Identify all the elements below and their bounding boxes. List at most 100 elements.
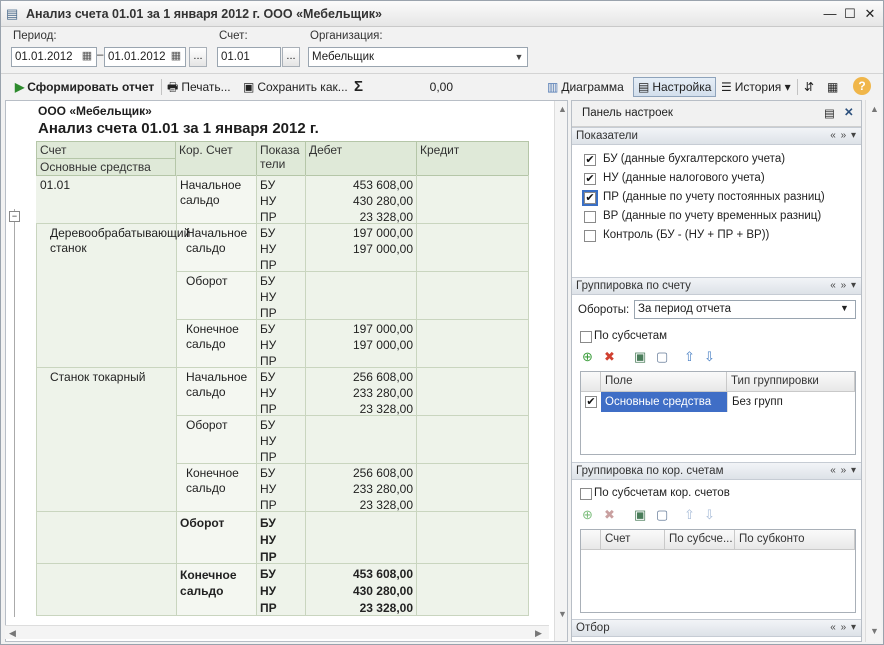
ind-bu: БУ (260, 516, 276, 530)
scroll-right-icon[interactable]: ▶ (535, 628, 542, 639)
close-panel-icon[interactable]: ✕ (844, 105, 854, 119)
print-button[interactable]: 🖶 Печать... (167, 77, 231, 97)
delete-icon[interactable]: ✖ (604, 349, 615, 365)
grid-line (36, 615, 529, 616)
move-down-icon[interactable]: ⇩ (704, 349, 715, 365)
checkbox-pr[interactable]: ✔ (582, 190, 598, 206)
indicator-nu-label: НУ (данные налогового учета) (603, 172, 765, 184)
grouping-fields-table[interactable]: Поле Тип группировки ✔ Основные средства… (580, 371, 856, 455)
add-icon[interactable]: ⊕ (582, 507, 593, 523)
header-account: Счет (36, 141, 176, 159)
panel-settings-icon[interactable]: ▤ (824, 106, 835, 120)
vertical-scrollbar[interactable]: ▲ ▼ (554, 101, 567, 641)
by-subaccounts-label: По субсчетам (594, 330, 668, 342)
delete-icon[interactable]: ✖ (604, 507, 615, 523)
add-icon[interactable]: ⊕ (582, 349, 593, 365)
period-select-button[interactable]: ... (189, 47, 207, 67)
chevron-down-icon[interactable]: ▼ (512, 48, 526, 66)
settings-panel-title: Панель настроек (582, 107, 673, 119)
checkbox-control[interactable] (584, 230, 596, 242)
header-fixed-assets: Основные средства (36, 158, 176, 176)
checkbox-by-subaccounts[interactable] (580, 331, 592, 343)
checkbox-vr[interactable] (584, 211, 596, 223)
ind-nu: НУ (260, 584, 277, 598)
check-all-icon[interactable]: ▣ (634, 507, 646, 523)
calendar-icon[interactable]: ▦ (78, 47, 96, 67)
history-button[interactable]: ☰ История ▾ (721, 77, 791, 97)
chevron-down-icon[interactable]: ▼ (840, 303, 849, 313)
chart-button[interactable]: ▥ Диаграмма (547, 77, 624, 97)
ind-bu: БУ (260, 178, 276, 192)
table-row-group-type[interactable]: Без групп (727, 392, 855, 412)
move-up-icon[interactable]: ⇧ (684, 349, 695, 365)
ind-bu: БУ (260, 370, 276, 384)
sort-icon[interactable]: ⇵ (804, 77, 814, 97)
section-controls[interactable]: « » ▾ (830, 620, 857, 636)
corr-grouping-table[interactable]: Счет По субсче... По субконто (580, 529, 856, 613)
move-down-icon[interactable]: ⇩ (704, 507, 715, 523)
generate-report-button[interactable]: ▶ Сформировать отчет (15, 77, 154, 97)
report-spreadsheet[interactable]: ООО «Мебельщик» Анализ счета 01.01 за 1 … (5, 100, 568, 642)
scroll-down-icon[interactable]: ▼ (870, 626, 879, 636)
settings-button[interactable]: ▤ Настройка (633, 77, 717, 97)
section-indicators[interactable]: Показатели « » ▾ (572, 127, 861, 145)
table-row-field[interactable]: Основные средства (601, 392, 727, 412)
separator (797, 79, 798, 95)
maximize-button[interactable]: ☐ (841, 5, 859, 23)
horizontal-scrollbar[interactable]: ◀ ▶ (5, 625, 549, 639)
scroll-down-icon[interactable]: ▼ (558, 609, 567, 619)
account-field[interactable]: 01.01 (217, 47, 281, 67)
debit-value: 256 608,00 (352, 466, 413, 480)
separator (161, 79, 162, 95)
sum-icon[interactable]: Σ (354, 77, 363, 97)
section-filter[interactable]: Отбор « » ▾ (572, 619, 861, 637)
indicator-vr-label: ВР (данные по учету временных разниц) (603, 210, 822, 222)
turnovers-select[interactable]: За период отчета (634, 300, 856, 319)
label-opening: Начальное сальдо (186, 226, 248, 255)
section-controls[interactable]: « » ▾ (830, 128, 857, 144)
table-header-check (581, 530, 601, 550)
help-button[interactable]: ? (853, 77, 871, 95)
section-controls[interactable]: « » ▾ (830, 278, 857, 294)
checkbox-by-corr-subaccounts[interactable] (580, 488, 592, 500)
calendar-icon[interactable]: ▦ (167, 47, 185, 67)
label-opening: Начальное сальдо (180, 178, 242, 207)
ind-pr: ПР (260, 498, 277, 512)
report-parameters: Период: 01.01.2012 ▦ – 01.01.2012 ▦ ... … (1, 27, 883, 73)
minimize-button[interactable]: — (821, 5, 839, 23)
uncheck-all-icon[interactable]: ▢ (656, 349, 668, 365)
save-as-button[interactable]: ▣ Сохранить как... (243, 77, 348, 97)
debit-value: 453 608,00 (352, 567, 413, 581)
scroll-up-icon[interactable]: ▲ (870, 104, 879, 114)
scroll-left-icon[interactable]: ◀ (9, 628, 16, 639)
move-up-icon[interactable]: ⇧ (684, 507, 695, 523)
toolbar: ▶ Сформировать отчет 🖶 Печать... ▣ Сохранит… (1, 73, 883, 99)
table-header-account: Счет (601, 530, 665, 550)
account-label: Счет: (219, 30, 248, 42)
checkbox-bu[interactable]: ✔ (584, 154, 596, 166)
row-checkbox[interactable]: ✔ (585, 396, 597, 408)
grid-line (176, 175, 177, 615)
section-group-by-corr[interactable]: Группировка по кор. счетам « » ▾ (572, 462, 861, 480)
scroll-up-icon[interactable]: ▲ (558, 104, 567, 114)
section-controls[interactable]: « » ▾ (830, 463, 857, 479)
organization-field[interactable]: Мебельщик (308, 47, 528, 67)
close-button[interactable]: ✕ (861, 5, 879, 23)
check-all-icon[interactable]: ▣ (634, 349, 646, 365)
checkbox-nu[interactable]: ✔ (584, 173, 596, 185)
ind-nu: НУ (260, 434, 277, 448)
ind-nu: НУ (260, 533, 277, 547)
debit-value: 430 280,00 (352, 194, 413, 208)
label-opening: Начальное сальдо (186, 370, 248, 399)
uncheck-all-icon[interactable]: ▢ (656, 507, 668, 523)
section-group-by-account[interactable]: Группировка по счету « » ▾ (572, 277, 861, 295)
grid-line (416, 175, 417, 615)
save-settings-icon[interactable]: ▦ (827, 77, 838, 97)
grid-line (36, 223, 37, 615)
header-indicators: Показа тели (256, 141, 306, 176)
debit-value: 430 280,00 (352, 584, 413, 598)
collapse-group-icon[interactable]: − (9, 211, 20, 222)
ind-bu: БУ (260, 418, 276, 432)
panel-scrollbar[interactable]: ▲ ▼ (865, 100, 881, 642)
account-select-button[interactable]: ... (282, 47, 300, 67)
